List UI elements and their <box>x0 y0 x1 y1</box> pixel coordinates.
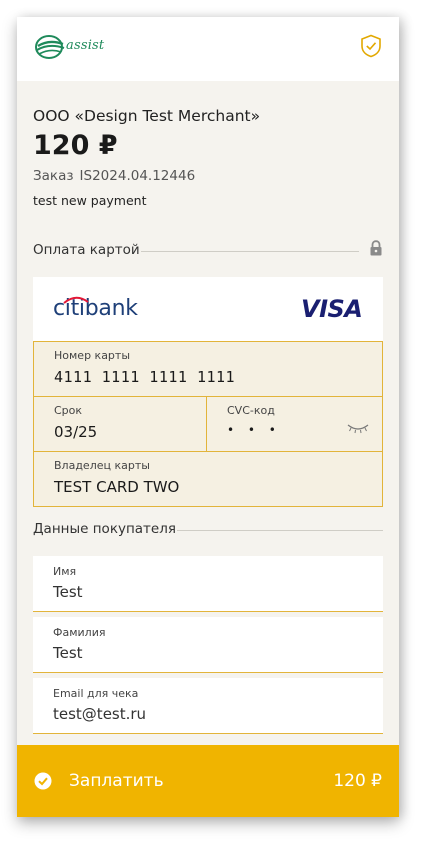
order-label: Заказ <box>33 168 74 184</box>
order-number: IS2024.04.12446 <box>79 168 196 184</box>
merchant-name: ООО «Design Test Merchant» <box>33 107 261 125</box>
first-name-label: Имя <box>53 565 77 578</box>
order-info: Заказ IS2024.04.12446 <box>33 168 195 184</box>
buyer-section-title: Данные покупателя <box>33 521 176 537</box>
bank-name-blue: bank <box>84 296 138 321</box>
expiry-input[interactable]: 03/25 <box>54 423 97 441</box>
email-input[interactable]: test@test.ru <box>53 705 146 723</box>
card-number-input[interactable]: 4111 1111 1111 1111 <box>54 368 235 386</box>
card-section-title: Оплата картой <box>33 242 140 258</box>
shield-check-icon <box>361 34 381 58</box>
check-circle-icon <box>34 772 52 790</box>
order-description: test new payment <box>33 193 147 208</box>
logo-text: assist <box>66 38 105 53</box>
expiry-label: Срок <box>54 404 83 417</box>
first-name-input[interactable]: Test <box>53 583 83 601</box>
field-divider <box>33 396 383 397</box>
email-label: Email для чека <box>53 687 139 700</box>
last-name-field[interactable]: Фамилия Test <box>33 617 383 673</box>
header-bar: assist <box>17 17 399 81</box>
cvc-input[interactable]: • • • <box>227 423 281 437</box>
visa-logo: VISA <box>301 295 363 323</box>
last-name-input[interactable]: Test <box>53 644 83 662</box>
citi-arc-icon <box>63 296 89 304</box>
holder-label: Владелец карты <box>54 459 150 472</box>
last-name-label: Фамилия <box>53 626 106 639</box>
pay-button-amount: 120 ₽ <box>333 771 382 791</box>
lock-icon <box>370 240 382 256</box>
eye-closed-icon[interactable] <box>347 422 369 434</box>
section-divider <box>141 251 359 252</box>
order-amount: 120 ₽ <box>33 130 118 161</box>
email-field[interactable]: Email для чека test@test.ru <box>33 678 383 734</box>
section-divider <box>177 530 383 531</box>
pay-button-label: Заплатить <box>69 771 164 791</box>
holder-input[interactable]: TEST CARD TWO <box>54 478 179 496</box>
pay-button[interactable]: Заплатить 120 ₽ <box>17 745 399 817</box>
first-name-field[interactable]: Имя Test <box>33 556 383 612</box>
field-divider-vertical <box>206 396 207 451</box>
cvc-label: CVC-код <box>227 404 275 417</box>
card-number-label: Номер карты <box>54 349 131 362</box>
payment-page: assist ООО «Design Test Merchant» 120 ₽ … <box>17 17 399 817</box>
field-divider <box>33 451 383 452</box>
